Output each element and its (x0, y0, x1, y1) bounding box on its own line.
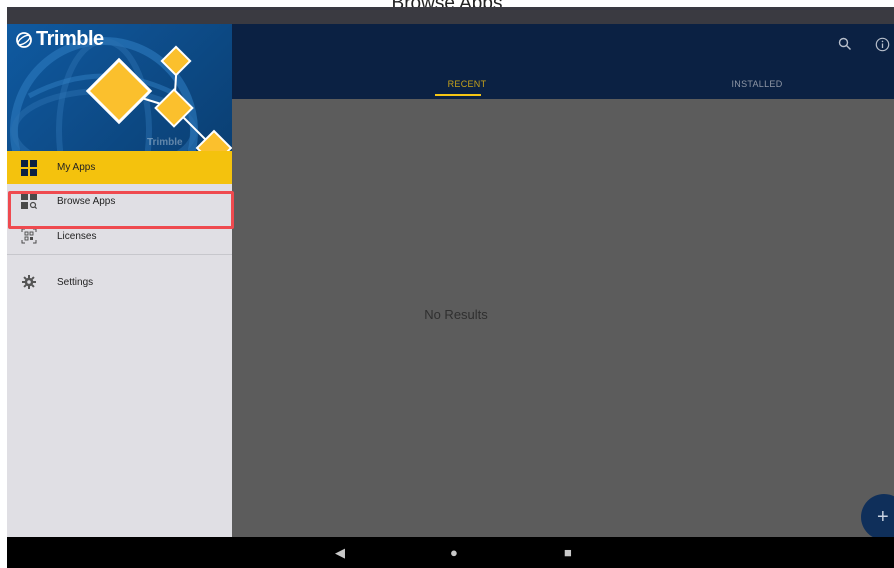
empty-state-text: No Results (424, 307, 488, 322)
drawer-header: Trimble Trimble (7, 24, 232, 151)
grid-icon (20, 159, 38, 177)
back-icon[interactable]: ◀ (335, 545, 345, 561)
home-icon[interactable]: ● (450, 545, 458, 561)
drawer-divider (7, 254, 232, 255)
brand-name: Trimble (36, 28, 104, 50)
system-navigation-bar: ◀ ● ■ (7, 537, 894, 568)
recents-icon[interactable]: ■ (564, 545, 572, 561)
drawer-item-label: Settings (57, 276, 94, 288)
drawer-item-label: Licenses (57, 230, 97, 242)
drawer-item-label: My Apps (57, 162, 96, 173)
globe-graphic (10, 37, 232, 151)
header-watermark: Trimble (147, 137, 183, 148)
trimble-globe-icon (16, 31, 32, 48)
plus-icon: + (877, 505, 889, 528)
tab-installed[interactable]: INSTALLED (722, 79, 792, 89)
gear-icon (20, 273, 38, 291)
trimble-logo: Trimble (15, 28, 104, 51)
search-icon[interactable] (835, 34, 855, 54)
status-bar (7, 7, 894, 24)
highlight-box (8, 191, 234, 229)
active-tab-indicator (435, 94, 481, 96)
app-bar: RECENT INSTALLED (232, 24, 894, 99)
navigation-drawer: Trimble Trimble My Apps Browse Apps Lice… (7, 24, 234, 537)
main-content-scrim[interactable]: No Results (232, 99, 894, 537)
drawer-item-my-apps[interactable]: My Apps (7, 151, 232, 184)
info-icon[interactable] (872, 34, 892, 54)
device-screen: RECENT INSTALLED No Results + Trimble Tr… (7, 7, 894, 568)
qr-code-icon (20, 227, 38, 245)
tab-recent[interactable]: RECENT (437, 79, 497, 89)
drawer-item-settings[interactable]: Settings (7, 266, 232, 298)
